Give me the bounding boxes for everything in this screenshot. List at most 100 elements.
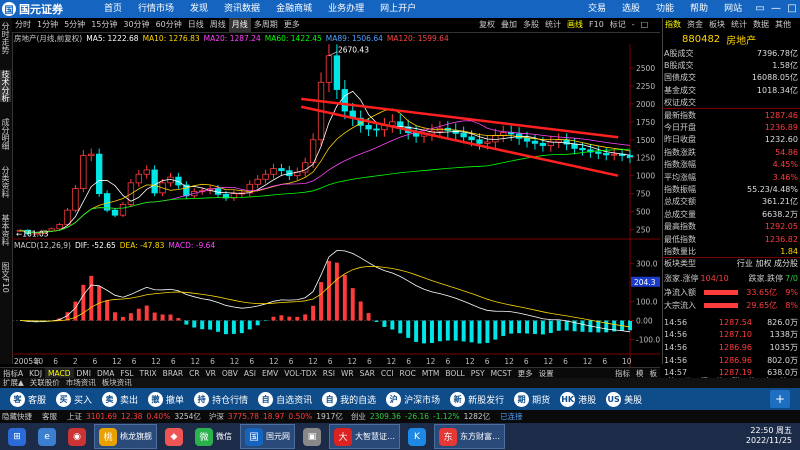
- sector-news-tab[interactable]: 板块资讯: [99, 378, 135, 388]
- stats-button[interactable]: 统计: [542, 18, 564, 32]
- rtab-sector[interactable]: 板块: [706, 18, 728, 32]
- app-icon: ▣: [303, 427, 321, 446]
- toolbar-button-3[interactable]: 撤撤单: [148, 391, 184, 407]
- ma10-label: MA10: 1276.83: [142, 33, 200, 43]
- stock-header: 880482 房地产: [662, 32, 800, 47]
- multi-stock-button[interactable]: 多股: [520, 18, 542, 32]
- rtab-stats[interactable]: 统计: [728, 18, 750, 32]
- zoom-out-button[interactable]: -: [629, 18, 638, 32]
- task-item[interactable]: ◉: [64, 425, 90, 448]
- vtab-f10[interactable]: 图文F10: [0, 262, 11, 293]
- market-news-tab[interactable]: 市场资讯: [63, 378, 99, 388]
- right-menu: 交易 选股 功能 帮助 网站: [580, 0, 750, 18]
- overlay-button[interactable]: 叠加: [498, 18, 520, 32]
- kline-chart[interactable]: 2500 2250 2000 1750 1500 1250 1000 750 500 250 267…: [12, 44, 660, 367]
- stat-row: A股成交 7396.78亿: [664, 47, 798, 59]
- toolbar-button-6[interactable]: 自我的自选: [322, 391, 376, 407]
- mark-button[interactable]: 标记: [607, 18, 629, 32]
- toolbar-button-8[interactable]: 新新股发行: [450, 391, 504, 407]
- task-item-eastmoney[interactable]: 东东方财富…: [434, 424, 505, 449]
- related-tab[interactable]: 关联股价: [27, 378, 63, 388]
- task-item[interactable]: ▣: [299, 425, 325, 448]
- add-button[interactable]: +: [770, 390, 790, 408]
- menu-item-help[interactable]: 帮助: [682, 0, 716, 18]
- period-tab[interactable]: 分时: [12, 18, 34, 32]
- task-item[interactable]: ◆: [161, 425, 187, 448]
- toolbar-button-4[interactable]: 持持仓行情: [194, 391, 248, 407]
- vtab-intraday[interactable]: 分时走势: [0, 22, 11, 54]
- period-tab[interactable]: 5分钟: [61, 18, 88, 32]
- menu-item-market[interactable]: 行情市场: [130, 0, 182, 18]
- menu-item-screener[interactable]: 选股: [614, 0, 648, 18]
- service-link[interactable]: 客服: [40, 411, 59, 422]
- menu-item-discover[interactable]: 发现: [182, 0, 216, 18]
- period-tab[interactable]: 多周期: [251, 18, 281, 32]
- period-tab[interactable]: 30分钟: [120, 18, 152, 32]
- rtab-other[interactable]: 其他: [772, 18, 794, 32]
- app-icon: 国: [245, 427, 263, 446]
- task-item[interactable]: K: [404, 425, 430, 448]
- maximize-icon[interactable]: □: [784, 0, 800, 18]
- task-item-dzh[interactable]: 大大智慧证…: [329, 424, 400, 449]
- menu-item-home[interactable]: 首页: [96, 0, 130, 18]
- rtab-index[interactable]: 指数: [662, 18, 684, 32]
- menu-item-mall[interactable]: 金融商城: [268, 0, 320, 18]
- menu-item-trade[interactable]: 交易: [580, 0, 614, 18]
- toolbar-button-0[interactable]: 客客服: [10, 391, 46, 407]
- expand-tab[interactable]: 扩展▲: [0, 378, 27, 388]
- start-button[interactable]: ⊞: [4, 425, 30, 448]
- task-item-taolong[interactable]: 桃桃龙旗舰: [94, 424, 157, 449]
- flow-value: 29.65亿: [746, 300, 778, 310]
- period-tab[interactable]: 日线: [185, 18, 207, 32]
- rtab-data[interactable]: 数据: [750, 18, 772, 32]
- x-tick-label: 12: [191, 357, 201, 366]
- browser-icon: e: [38, 427, 56, 446]
- toolbar-button-9[interactable]: 期期货: [514, 391, 550, 407]
- task-item-wechat[interactable]: 微微信: [191, 425, 236, 448]
- candle-body: [579, 147, 586, 151]
- vtab-basic[interactable]: 基本资料: [0, 214, 11, 246]
- task-item[interactable]: e: [34, 425, 60, 448]
- period-tab[interactable]: 15分钟: [88, 18, 120, 32]
- draw-line-button[interactable]: 画线: [564, 18, 586, 32]
- stat-row: 昨日收盘 1232.60: [664, 134, 798, 146]
- stat-label: 昨日收盘: [664, 135, 696, 145]
- vtab-category[interactable]: 分类资料: [0, 166, 11, 198]
- app-icon: 东: [439, 427, 457, 446]
- restore-right-button[interactable]: 复权: [476, 18, 498, 32]
- toolbar-button-10[interactable]: HK 港股: [560, 391, 596, 407]
- restore-icon[interactable]: ▭: [752, 0, 768, 18]
- period-tab-active[interactable]: 月线: [228, 18, 251, 32]
- x-tick-label: 12: [544, 357, 554, 366]
- toolbar-button-2[interactable]: 卖卖出: [102, 391, 138, 407]
- vtab-technical[interactable]: 技术分析: [0, 70, 11, 102]
- menu-item-website[interactable]: 网站: [716, 0, 750, 18]
- logo-text: 国元证券: [19, 3, 63, 16]
- stat-value: 1018.34亿: [756, 85, 798, 95]
- candle-body: [492, 135, 499, 143]
- menu-item-functions[interactable]: 功能: [648, 0, 682, 18]
- period-tab[interactable]: 更多: [281, 18, 303, 32]
- period-tab[interactable]: 60分钟: [153, 18, 185, 32]
- minimize-icon[interactable]: —: [768, 0, 784, 18]
- candle-body: [595, 151, 602, 154]
- candle-body: [278, 168, 285, 172]
- task-item-guoyuan[interactable]: 国国元网: [240, 424, 295, 449]
- sh-pct: 0.40%: [146, 412, 171, 421]
- period-tab[interactable]: 1分钟: [34, 18, 61, 32]
- vtab-components[interactable]: 成分明细: [0, 118, 11, 150]
- rtab-fund[interactable]: 资金: [684, 18, 706, 32]
- hide-shortcut[interactable]: 隐藏快捷: [0, 411, 34, 422]
- menu-item-business[interactable]: 业务办理: [320, 0, 372, 18]
- toolbar-button-5[interactable]: 自自选资讯: [258, 391, 312, 407]
- toolbar-button-7[interactable]: 沪沪深市场: [386, 391, 440, 407]
- menu-item-news[interactable]: 资讯数据: [216, 0, 268, 18]
- toolbar-button-1[interactable]: 买买入: [56, 391, 92, 407]
- app-icon: K: [408, 427, 426, 446]
- zoom-box-button[interactable]: □: [638, 18, 652, 32]
- menu-item-open-account[interactable]: 网上开户: [372, 0, 424, 18]
- toolbar-button-11[interactable]: US 美股: [606, 391, 642, 407]
- f10-button[interactable]: F10: [586, 18, 607, 32]
- period-tab[interactable]: 周线: [207, 18, 229, 32]
- app-logo: 国 国元证券: [2, 1, 63, 17]
